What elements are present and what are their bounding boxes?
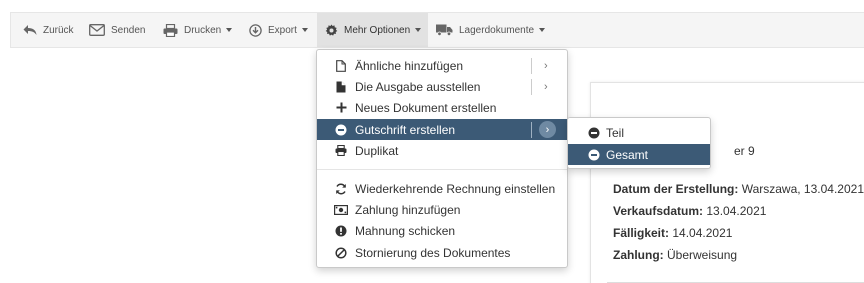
menu-item-cancel-document[interactable]: Stornierung des Dokumentes (317, 242, 567, 263)
export-button[interactable]: Export (249, 13, 308, 47)
toolbar: Zurück Senden Drucken Export Mehr Option… (10, 12, 864, 48)
chevron-down-icon (226, 28, 233, 32)
menu-divider (317, 169, 567, 170)
created-date-label: Datum der Erstellung: (613, 182, 739, 196)
reply-arrow-icon (23, 24, 37, 36)
chevron-down-icon (301, 28, 308, 32)
minus-circle-icon (587, 148, 600, 161)
payment-label: Zahlung: (613, 248, 664, 262)
menu-item-separator (531, 79, 532, 95)
more-options-button[interactable]: Mehr Optionen (317, 13, 428, 47)
payment-value: Überweisung (667, 248, 738, 262)
document-preview: er 9 Datum der Erstellung: Warszawa, 13.… (590, 82, 864, 283)
chevron-right-icon[interactable]: › (544, 81, 548, 93)
download-circle-icon (249, 23, 262, 37)
submenu-item-label: Teil (606, 125, 625, 140)
submenu-item-partial[interactable]: Teil (568, 122, 710, 143)
print-label: Drucken (184, 24, 222, 36)
menu-item-create-credit-note[interactable]: Gutschrift erstellen › (317, 119, 567, 140)
menu-item-send-reminder[interactable]: Mahnung schicken (317, 220, 567, 241)
created-date-value: Warszawa, 13.04.2021 (741, 182, 864, 196)
due-date-label: Fälligkeit: (613, 226, 670, 240)
menu-item-add-similar[interactable]: Ähnliche hinzufügen › (317, 55, 567, 76)
exclamation-circle-icon (334, 224, 348, 238)
truck-icon (436, 24, 453, 36)
ban-icon (334, 246, 348, 260)
menu-item-add-payment[interactable]: Zahlung hinzufügen (317, 199, 567, 220)
document-filled-icon (334, 80, 348, 94)
menu-item-label: Die Ausgabe ausstellen (355, 79, 481, 94)
menu-item-label: Mahnung schicken (355, 223, 456, 238)
chevron-right-icon[interactable]: › (539, 121, 556, 138)
menu-item-label: Ähnliche hinzufügen (355, 58, 464, 73)
menu-item-issue-release[interactable]: Die Ausgabe ausstellen › (317, 76, 567, 97)
menu-item-recurring-invoice[interactable]: Wiederkehrende Rechnung einstellen (317, 178, 567, 199)
more-options-label: Mehr Optionen (344, 24, 411, 36)
menu-item-label: Stornierung des Dokumentes (355, 245, 511, 260)
print-icon (163, 23, 178, 37)
menu-item-label: Duplikat (355, 143, 399, 158)
warehouse-documents-button[interactable]: Lagerdokumente (436, 13, 546, 47)
menu-item-label: Neues Dokument erstellen (355, 100, 497, 115)
print-button[interactable]: Drucken (163, 13, 233, 47)
menu-item-separator (531, 122, 532, 138)
more-options-menu: Ähnliche hinzufügen › Die Ausgabe ausste… (316, 49, 568, 268)
print-icon (334, 144, 348, 158)
menu-item-label: Gutschrift erstellen (355, 122, 456, 137)
menu-item-label: Wiederkehrende Rechnung einstellen (355, 181, 556, 196)
sale-date-value: 13.04.2021 (706, 204, 767, 218)
envelope-icon (89, 24, 105, 36)
credit-note-submenu: Teil Gesamt (567, 117, 711, 169)
minus-circle-icon (334, 123, 348, 137)
chevron-down-icon (415, 28, 422, 32)
back-button[interactable]: Zurück (23, 13, 74, 47)
gear-icon (325, 24, 338, 37)
warehouse-documents-label: Lagerdokumente (459, 24, 535, 36)
submenu-item-total[interactable]: Gesamt (568, 144, 710, 165)
due-date-value: 14.04.2021 (672, 226, 733, 240)
minus-circle-icon (587, 126, 600, 139)
export-label: Export (268, 24, 297, 36)
menu-item-label: Zahlung hinzufügen (355, 202, 461, 217)
plus-icon (334, 101, 348, 115)
sale-date-label: Verkaufsdatum: (613, 204, 704, 218)
menu-item-separator (531, 58, 532, 74)
sale-date-row: Verkaufsdatum: 13.04.2021 (613, 204, 766, 218)
refresh-icon (334, 182, 348, 196)
menu-item-duplicate[interactable]: Duplikat (317, 140, 567, 161)
submenu-item-label: Gesamt (606, 147, 649, 162)
document-number: er 9 (734, 144, 755, 158)
back-label: Zurück (43, 24, 74, 36)
send-label: Senden (111, 24, 146, 36)
chevron-right-icon[interactable]: › (544, 60, 548, 72)
due-date-row: Fälligkeit: 14.04.2021 (613, 226, 732, 240)
menu-item-new-document[interactable]: Neues Dokument erstellen (317, 97, 567, 118)
document-outline-icon (334, 59, 348, 73)
created-date-row: Datum der Erstellung: Warszawa, 13.04.20… (613, 182, 864, 196)
send-button[interactable]: Senden (89, 13, 145, 47)
payment-row: Zahlung: Überweisung (613, 248, 737, 262)
money-icon (334, 203, 348, 217)
chevron-down-icon (539, 28, 546, 32)
